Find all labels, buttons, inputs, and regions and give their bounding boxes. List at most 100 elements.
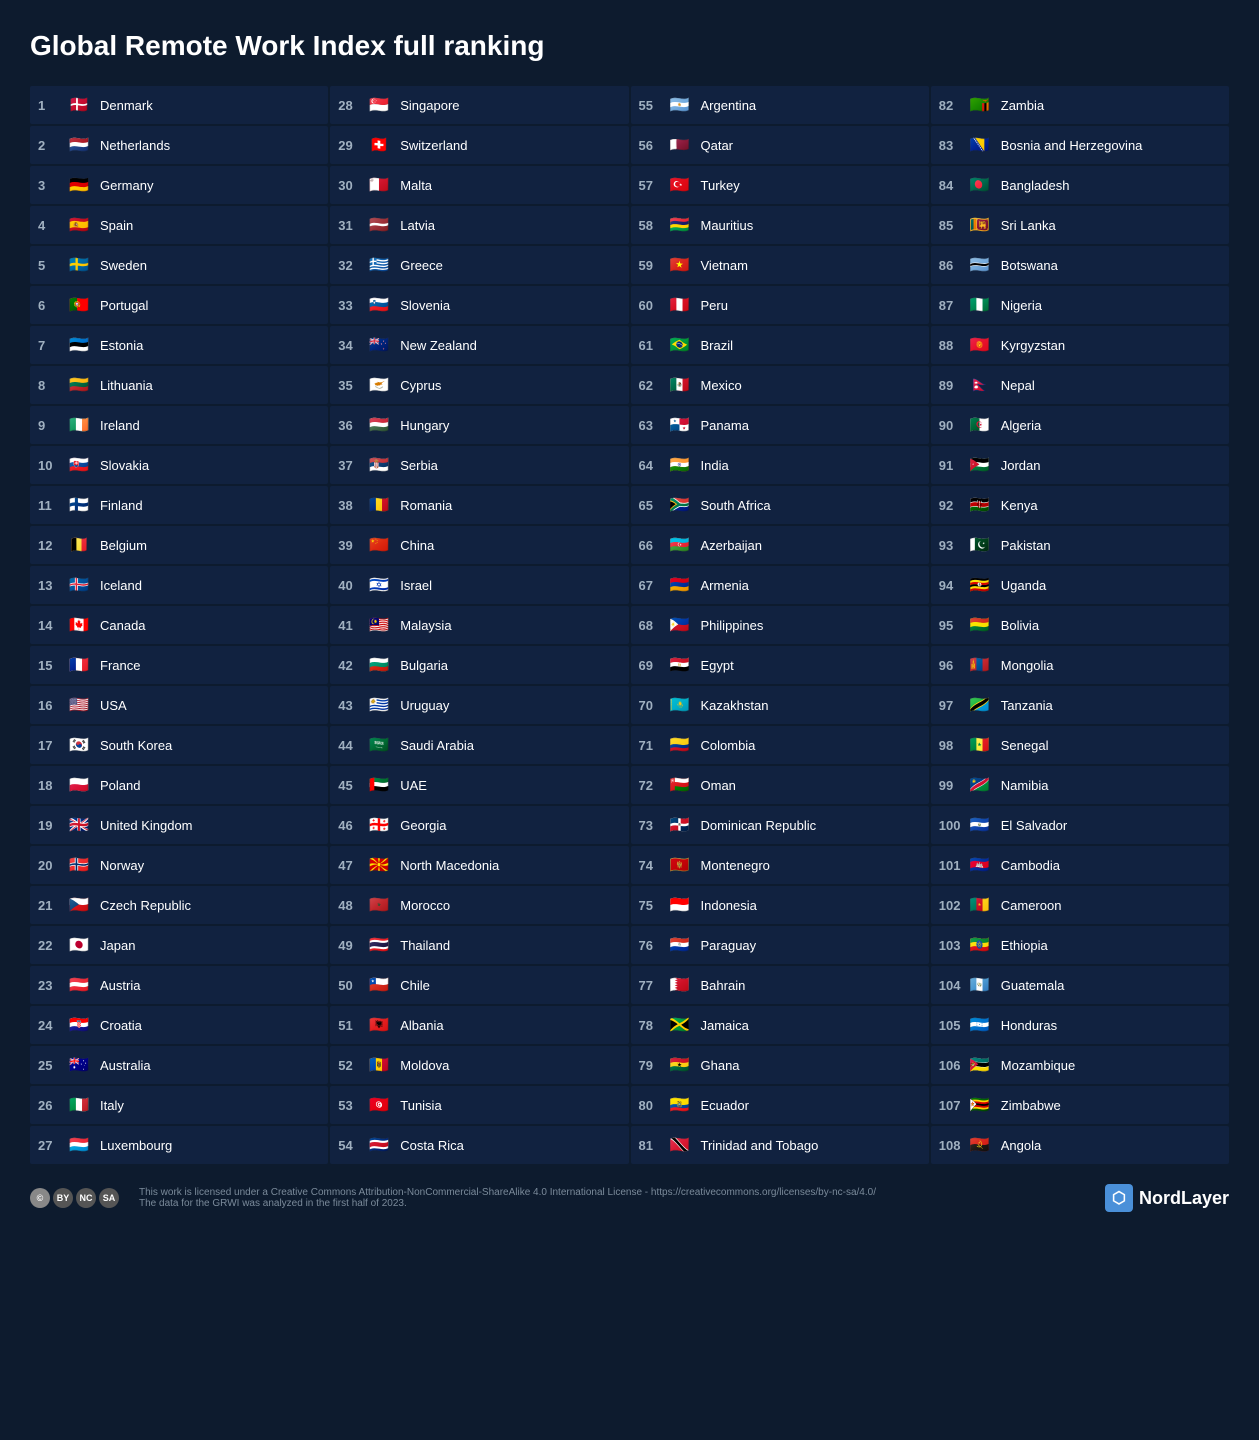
country-flag: 🇲🇿 xyxy=(967,1052,993,1078)
country-name: Mongolia xyxy=(1001,658,1054,673)
country-name: Iceland xyxy=(100,578,142,593)
rank-number: 77 xyxy=(639,978,667,993)
country-name: Chile xyxy=(400,978,430,993)
rank-number: 81 xyxy=(639,1138,667,1153)
table-row: 76🇵🇾Paraguay xyxy=(631,926,929,964)
table-row: 12🇧🇪Belgium xyxy=(30,526,328,564)
country-name: Kenya xyxy=(1001,498,1038,513)
country-flag: 🇸🇳 xyxy=(967,732,993,758)
table-row: 45🇦🇪UAE xyxy=(330,766,628,804)
rank-number: 14 xyxy=(38,618,66,633)
country-flag: 🇬🇷 xyxy=(366,252,392,278)
table-row: 67🇦🇲Armenia xyxy=(631,566,929,604)
table-row: 79🇬🇭Ghana xyxy=(631,1046,929,1084)
country-flag: 🇵🇹 xyxy=(66,292,92,318)
rank-number: 86 xyxy=(939,258,967,273)
rank-number: 104 xyxy=(939,978,967,993)
table-row: 81🇹🇹Trinidad and Tobago xyxy=(631,1126,929,1164)
rank-number: 35 xyxy=(338,378,366,393)
table-row: 6🇵🇹Portugal xyxy=(30,286,328,324)
cc-nc-icon: NC xyxy=(76,1188,96,1208)
table-row: 56🇶🇦Qatar xyxy=(631,126,929,164)
country-flag: 🇲🇳 xyxy=(967,652,993,678)
country-name: Qatar xyxy=(701,138,734,153)
country-name: Finland xyxy=(100,498,143,513)
table-row: 34🇳🇿New Zealand xyxy=(330,326,628,364)
country-name: Paraguay xyxy=(701,938,757,953)
country-flag: 🇧🇩 xyxy=(967,172,993,198)
country-name: Croatia xyxy=(100,1018,142,1033)
country-flag: 🇲🇩 xyxy=(366,1052,392,1078)
rank-number: 65 xyxy=(639,498,667,513)
table-row: 49🇹🇭Thailand xyxy=(330,926,628,964)
country-flag: 🇫🇷 xyxy=(66,652,92,678)
country-flag: 🇺🇬 xyxy=(967,572,993,598)
country-name: North Macedonia xyxy=(400,858,499,873)
country-flag: 🇬🇧 xyxy=(66,812,92,838)
country-name: Cambodia xyxy=(1001,858,1060,873)
country-name: Jordan xyxy=(1001,458,1041,473)
ranking-grid: 1🇩🇰Denmark2🇳🇱Netherlands3🇩🇪Germany4🇪🇸Spa… xyxy=(30,86,1229,1164)
country-name: Israel xyxy=(400,578,432,593)
country-name: Guatemala xyxy=(1001,978,1065,993)
rank-number: 88 xyxy=(939,338,967,353)
rank-number: 87 xyxy=(939,298,967,313)
table-row: 84🇧🇩Bangladesh xyxy=(931,166,1229,204)
rank-number: 45 xyxy=(338,778,366,793)
table-row: 48🇲🇦Morocco xyxy=(330,886,628,924)
table-row: 35🇨🇾Cyprus xyxy=(330,366,628,404)
table-row: 62🇲🇽Mexico xyxy=(631,366,929,404)
table-row: 5🇸🇪Sweden xyxy=(30,246,328,284)
column-3: 55🇦🇷Argentina56🇶🇦Qatar57🇹🇷Turkey58🇲🇺Maur… xyxy=(631,86,929,1164)
country-flag: 🇦🇹 xyxy=(66,972,92,998)
country-name: Luxembourg xyxy=(100,1138,172,1153)
table-row: 46🇬🇪Georgia xyxy=(330,806,628,844)
country-name: South Africa xyxy=(701,498,771,513)
country-flag: 🇵🇪 xyxy=(667,292,693,318)
country-name: Sweden xyxy=(100,258,147,273)
table-row: 90🇩🇿Algeria xyxy=(931,406,1229,444)
country-flag: 🇳🇿 xyxy=(366,332,392,358)
country-flag: 🇲🇪 xyxy=(667,852,693,878)
rank-number: 69 xyxy=(639,658,667,673)
table-row: 57🇹🇷Turkey xyxy=(631,166,929,204)
country-name: Czech Republic xyxy=(100,898,191,913)
country-name: Tunisia xyxy=(400,1098,441,1113)
country-flag: 🇩🇰 xyxy=(66,92,92,118)
table-row: 16🇺🇸USA xyxy=(30,686,328,724)
country-name: United Kingdom xyxy=(100,818,193,833)
country-flag: 🇺🇸 xyxy=(66,692,92,718)
country-name: Latvia xyxy=(400,218,435,233)
table-row: 28🇸🇬Singapore xyxy=(330,86,628,124)
table-row: 42🇧🇬Bulgaria xyxy=(330,646,628,684)
rank-number: 66 xyxy=(639,538,667,553)
country-flag: 🇰🇿 xyxy=(667,692,693,718)
rank-number: 16 xyxy=(38,698,66,713)
rank-number: 83 xyxy=(939,138,967,153)
rank-number: 40 xyxy=(338,578,366,593)
country-name: Ecuador xyxy=(701,1098,749,1113)
country-flag: 🇦🇪 xyxy=(366,772,392,798)
footer: © BY NC SA This work is licensed under a… xyxy=(30,1184,1229,1212)
rank-number: 72 xyxy=(639,778,667,793)
table-row: 31🇱🇻Latvia xyxy=(330,206,628,244)
country-flag: 🇸🇬 xyxy=(366,92,392,118)
rank-number: 95 xyxy=(939,618,967,633)
country-flag: 🇳🇵 xyxy=(967,372,993,398)
table-row: 65🇿🇦South Africa xyxy=(631,486,929,524)
rank-number: 56 xyxy=(639,138,667,153)
country-name: Kazakhstan xyxy=(701,698,769,713)
rank-number: 59 xyxy=(639,258,667,273)
country-name: Mauritius xyxy=(701,218,754,233)
country-name: Belgium xyxy=(100,538,147,553)
table-row: 47🇲🇰North Macedonia xyxy=(330,846,628,884)
country-name: France xyxy=(100,658,140,673)
country-name: Serbia xyxy=(400,458,438,473)
cc-sa-icon: SA xyxy=(99,1188,119,1208)
country-flag: 🇲🇰 xyxy=(366,852,392,878)
country-name: Tanzania xyxy=(1001,698,1053,713)
country-name: Bosnia and Herzegovina xyxy=(1001,138,1143,153)
country-flag: 🇵🇭 xyxy=(667,612,693,638)
table-row: 7🇪🇪Estonia xyxy=(30,326,328,364)
rank-number: 62 xyxy=(639,378,667,393)
